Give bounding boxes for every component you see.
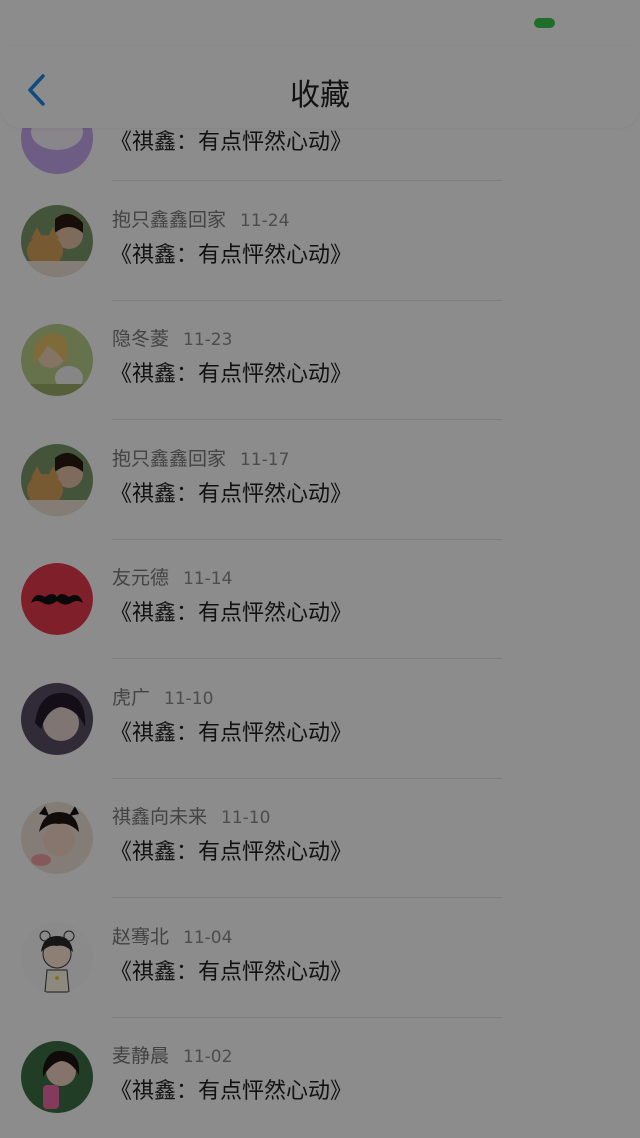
page-title: 收藏 (290, 78, 350, 113)
list-item[interactable]: 抱只鑫鑫回家 11-24 《祺鑫：有点怦然心动》 (0, 205, 640, 325)
collection-title: 《祺鑫：有点怦然心动》 (110, 130, 353, 155)
item-meta: 抱只鑫鑫回家 11-24 (112, 205, 289, 232)
no-sim-icon (471, 13, 498, 33)
date: 11-23 (183, 330, 233, 350)
status-time: 17:25 (12, 11, 70, 35)
username: 祺鑫向未来 (112, 806, 208, 828)
avatar[interactable] (21, 444, 93, 516)
divider (112, 897, 502, 898)
item-meta: 抱只鑫鑫回家 11-17 (112, 444, 289, 471)
list-item[interactable]: 麦静晨 11-02 《祺鑫：有点怦然心动》 (0, 1041, 640, 1138)
list-item[interactable]: 友元德 11-14 《祺鑫：有点怦然心动》 (0, 563, 640, 683)
status-bar: 17:25 58% (0, 0, 640, 46)
date: 11-14 (183, 569, 233, 589)
battery-icon (529, 14, 574, 32)
date: 11-10 (221, 808, 271, 828)
avatar[interactable] (21, 324, 93, 396)
date: 11-02 (183, 1047, 233, 1067)
item-meta: 祺鑫向未来 11-10 (112, 802, 270, 829)
list-item[interactable]: 赵骞北 11-04 《祺鑫：有点怦然心动》 (0, 922, 640, 1042)
date: 11-04 (183, 928, 233, 948)
header-bar: 收藏 (0, 46, 640, 128)
date: 11-24 (240, 211, 290, 231)
list-item[interactable]: 虎广 11-10 《祺鑫：有点怦然心动》 (0, 683, 640, 803)
collection-title: 《祺鑫：有点怦然心动》 (110, 721, 353, 746)
username: 友元德 (112, 567, 170, 589)
avatar[interactable] (21, 1041, 93, 1113)
avatar[interactable] (21, 205, 93, 277)
username: 赵骞北 (112, 926, 170, 948)
divider (112, 180, 502, 181)
username: 虎广 (112, 687, 151, 709)
username: 隐冬菱 (112, 328, 170, 350)
avatar[interactable] (21, 802, 93, 874)
list-item[interactable]: 抱只鑫鑫回家 11-17 《祺鑫：有点怦然心动》 (0, 444, 640, 564)
avatar[interactable] (21, 683, 93, 755)
divider (112, 300, 502, 301)
date: 11-17 (240, 450, 290, 470)
divider (112, 419, 502, 420)
charging-icon (508, 13, 520, 33)
username: 麦静晨 (112, 1045, 170, 1067)
item-meta: 隐冬菱 11-23 (112, 324, 232, 351)
item-meta: 赵骞北 11-04 (112, 922, 232, 949)
collection-title: 《祺鑫：有点怦然心动》 (110, 243, 353, 268)
divider (112, 778, 502, 779)
wifi-icon (434, 12, 462, 34)
username: 抱只鑫鑫回家 (112, 209, 227, 231)
collection-title: 《祺鑫：有点怦然心动》 (110, 601, 353, 626)
collection-title: 《祺鑫：有点怦然心动》 (110, 1079, 353, 1104)
divider (112, 1017, 502, 1018)
avatar[interactable] (21, 922, 93, 994)
username: 抱只鑫鑫回家 (112, 448, 227, 470)
list-item[interactable]: 隐冬菱 11-23 《祺鑫：有点怦然心动》 (0, 324, 640, 444)
date: 11-10 (164, 689, 214, 709)
battery-level (533, 18, 555, 28)
avatar[interactable] (21, 563, 93, 635)
collection-title: 《祺鑫：有点怦然心动》 (110, 482, 353, 507)
favorites-list: 《祺鑫：有点怦然心动》 抱只鑫鑫回家 11-24 《祺鑫：有点怦然心动》 隐冬菱… (0, 0, 640, 1138)
collection-title: 《祺鑫：有点怦然心动》 (110, 362, 353, 387)
battery-percent: 58% (583, 11, 628, 35)
collection-title: 《祺鑫：有点怦然心动》 (110, 960, 353, 985)
item-meta: 友元德 11-14 (112, 563, 232, 590)
status-icons: 58% (434, 11, 628, 35)
item-meta: 麦静晨 11-02 (112, 1041, 232, 1068)
item-meta: 虎广 11-10 (112, 683, 213, 710)
divider (112, 539, 502, 540)
collection-title: 《祺鑫：有点怦然心动》 (110, 840, 353, 865)
divider (112, 658, 502, 659)
list-item[interactable]: 祺鑫向未来 11-10 《祺鑫：有点怦然心动》 (0, 802, 640, 922)
